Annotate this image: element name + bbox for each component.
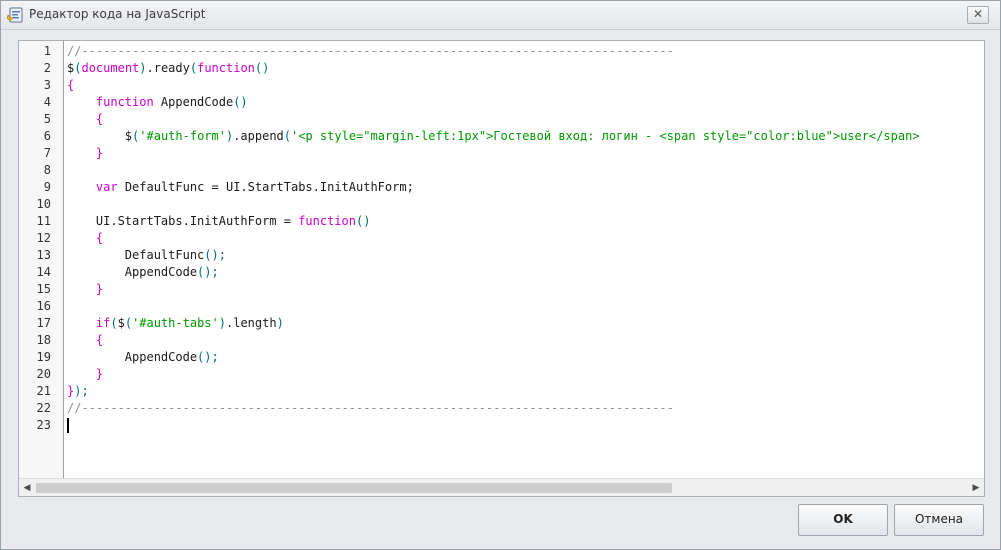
- code-token: ();: [204, 248, 226, 262]
- code-token: );: [74, 384, 89, 398]
- code-token: //--------------------------------------…: [67, 44, 674, 58]
- code-token: ();: [197, 350, 219, 364]
- line-number: 23: [36, 418, 51, 432]
- code-token: (: [110, 316, 118, 330]
- code-token: {: [95, 112, 104, 126]
- code-editor[interactable]: 1 2 3 4 5 6 7 8 9 10 11 12 13 14 15 16 17 18 19 20 21 22 23 //…: [18, 40, 985, 497]
- window-title: Редактор кода на JavaScript: [29, 7, 206, 21]
- line-number: 7: [43, 146, 51, 160]
- scroll-right-icon[interactable]: ▶: [968, 479, 984, 496]
- scroll-left-icon[interactable]: ◀: [19, 479, 35, 496]
- code-token: ): [139, 61, 147, 75]
- line-number: 1: [43, 44, 51, 58]
- line-number: 15: [36, 282, 51, 296]
- code-token: }: [95, 282, 104, 296]
- line-number: 10: [36, 197, 51, 211]
- code-token: ();: [197, 265, 219, 279]
- code-token: {: [67, 78, 75, 92]
- code-text-area[interactable]: //--------------------------------------…: [64, 41, 984, 478]
- code-editor-dialog: Редактор кода на JavaScript ✕ 1234567891…: [0, 0, 1001, 550]
- cancel-button[interactable]: Отмена: [894, 504, 984, 536]
- code-token: (): [355, 214, 371, 228]
- line-number: 16: [36, 299, 51, 313]
- line-number: 20: [36, 367, 51, 381]
- line-number-gutter: 1 2 3 4 5 6 7 8 9 10 11 12 13 14 15 16 17 18 19 20 21 22 23: [19, 41, 64, 478]
- code-token: function: [197, 61, 255, 75]
- code-token: function: [95, 95, 154, 109]
- code-token: .append: [233, 129, 284, 143]
- code-token: $: [67, 129, 133, 143]
- line-number: 21: [36, 384, 51, 398]
- line-number: 14: [36, 265, 51, 279]
- code-token: }: [95, 146, 104, 160]
- scrollbar-thumb[interactable]: [36, 483, 672, 493]
- text-cursor: [67, 418, 69, 433]
- code-token: document: [81, 61, 140, 75]
- code-token: AppendCode: [153, 95, 234, 109]
- code-token: AppendCode: [67, 350, 198, 364]
- code-token: function: [298, 214, 356, 228]
- line-number: 4: [43, 95, 51, 109]
- line-number: 17: [36, 316, 51, 330]
- code-token: {: [95, 231, 104, 245]
- close-icon: ✕: [972, 7, 984, 21]
- code-token: '#auth-tabs': [132, 316, 219, 330]
- line-number: 8: [43, 163, 51, 177]
- code-token: '#auth-form': [139, 129, 226, 143]
- code-token: (: [189, 61, 198, 75]
- code-token: var: [95, 180, 118, 194]
- code-token: ): [218, 316, 226, 330]
- code-token: (: [283, 129, 292, 143]
- line-number: 11: [36, 214, 51, 228]
- code-token: .length: [226, 316, 277, 330]
- code-token: UI.StartTabs.InitAuthForm =: [67, 214, 299, 228]
- line-number: 19: [36, 350, 51, 364]
- line-number: 13: [36, 248, 51, 262]
- code-token: '<p style="margin-left:1px">Гостевой вхо…: [291, 129, 920, 143]
- title-bar[interactable]: Редактор кода на JavaScript ✕: [1, 1, 1000, 30]
- code-token: .ready: [146, 61, 190, 75]
- line-number: 12: [36, 231, 51, 245]
- code-token: $: [117, 316, 125, 330]
- code-token: (: [124, 316, 133, 330]
- code-token: }: [95, 367, 104, 381]
- ok-button[interactable]: OK: [798, 504, 888, 536]
- js-editor-icon: [6, 6, 25, 24]
- line-number: 2: [43, 61, 51, 75]
- line-number: 18: [36, 333, 51, 347]
- code-token: DefaultFunc = UI.StartTabs.InitAuthForm;: [117, 180, 414, 194]
- line-number: 22: [36, 401, 51, 415]
- code-token: DefaultFunc: [67, 248, 205, 262]
- code-token: (): [254, 61, 270, 75]
- code-token: AppendCode: [67, 265, 198, 279]
- code-token: (): [233, 95, 248, 109]
- code-token: ): [276, 316, 284, 330]
- code-token: {: [95, 333, 104, 347]
- line-number: 3: [43, 78, 51, 92]
- line-number: 6: [43, 129, 51, 143]
- line-number: 9: [43, 180, 51, 194]
- close-button[interactable]: ✕: [967, 6, 989, 24]
- code-token: if: [95, 316, 111, 330]
- horizontal-scrollbar[interactable]: ◀ ▶: [19, 478, 984, 496]
- line-number: 5: [43, 112, 51, 126]
- code-token: //--------------------------------------…: [67, 401, 674, 415]
